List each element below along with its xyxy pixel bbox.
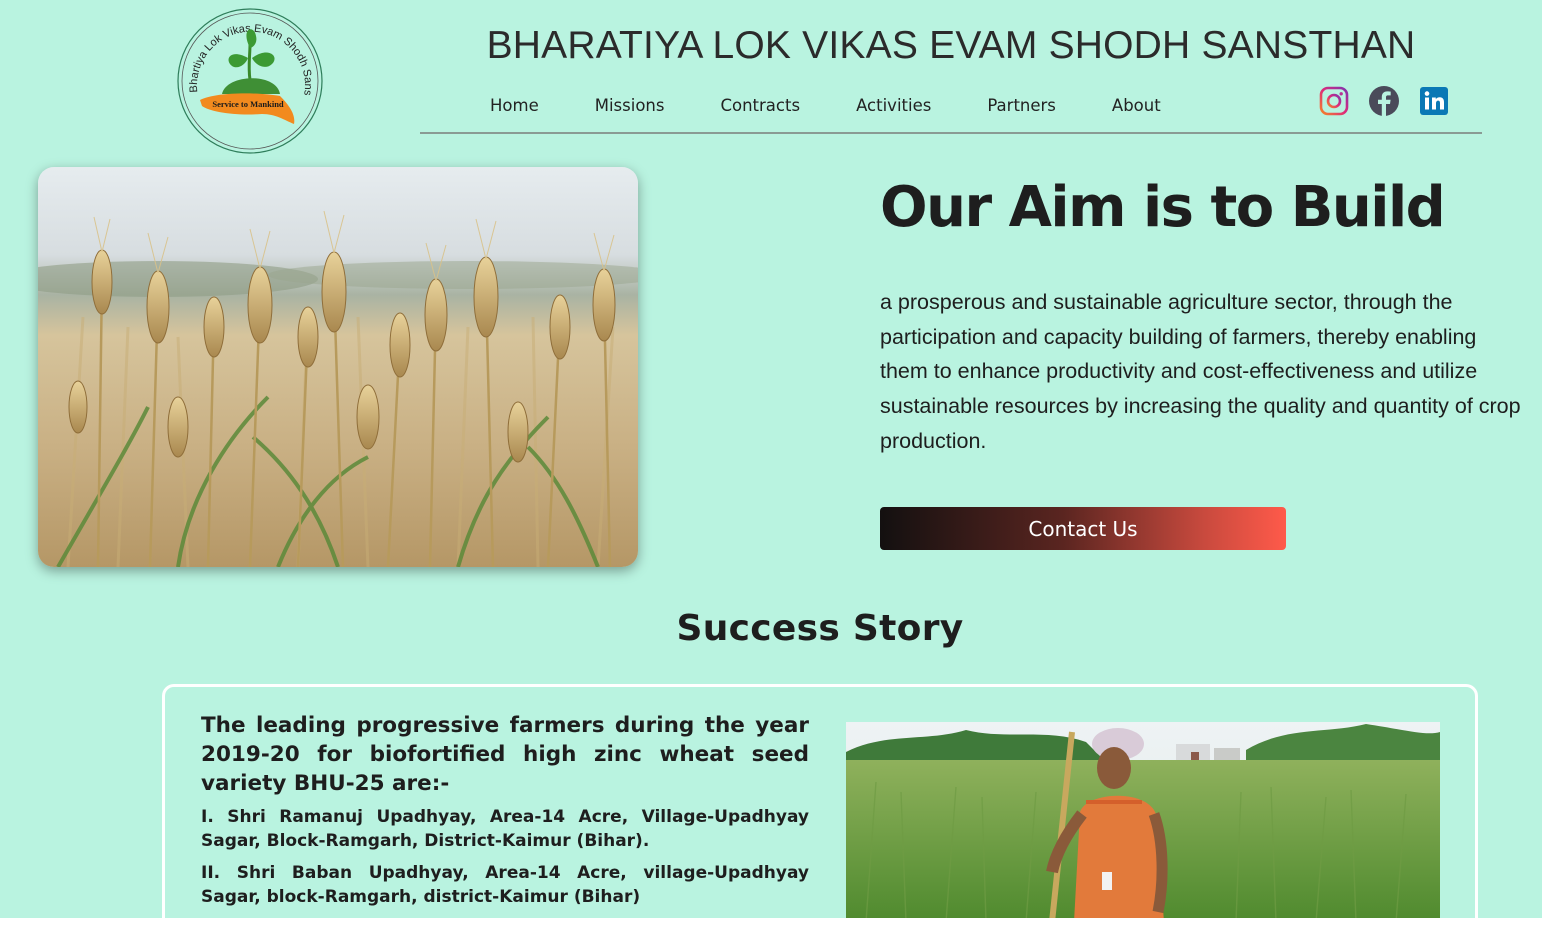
farmer-photo bbox=[846, 722, 1440, 922]
header-divider bbox=[420, 132, 1482, 134]
contact-us-button[interactable]: Contact Us bbox=[880, 507, 1286, 550]
nav-missions[interactable]: Missions bbox=[595, 96, 665, 115]
farmer-list-item: I. Shri Ramanuj Upadhyay, Area-14 Acre, … bbox=[201, 807, 809, 851]
wheat-field-image bbox=[38, 167, 638, 567]
logo-tagline: Service to Mankind bbox=[212, 99, 284, 109]
farmer-list-item: II. Shri Baban Upadhyay, Area-14 Acre, v… bbox=[201, 863, 809, 907]
site-title: BHARATIYA LOK VIKAS EVAM SHODH SANSTHAN bbox=[486, 24, 1416, 67]
main-nav: Home Missions Contracts Activities Partn… bbox=[462, 92, 1189, 118]
nav-activities[interactable]: Activities bbox=[856, 96, 931, 115]
aim-description: a prosperous and sustainable agriculture… bbox=[880, 290, 1521, 453]
aim-heading: Our Aim is to Build bbox=[880, 175, 1446, 240]
success-story-heading: Success Story bbox=[676, 608, 964, 649]
page: Bhartiya Lok Vikas Evam Shodh Sansthan S… bbox=[0, 0, 1542, 925]
nav-contracts[interactable]: Contracts bbox=[720, 96, 800, 115]
nav-about[interactable]: About bbox=[1112, 96, 1161, 115]
nav-home[interactable]: Home bbox=[490, 96, 539, 115]
linkedin-icon[interactable] bbox=[1418, 85, 1450, 117]
bottom-strip bbox=[0, 918, 1542, 925]
logo[interactable]: Bhartiya Lok Vikas Evam Shodh Sansthan S… bbox=[176, 8, 324, 154]
nav-partners[interactable]: Partners bbox=[987, 96, 1056, 115]
facebook-icon[interactable] bbox=[1368, 85, 1400, 117]
social-links bbox=[1318, 85, 1468, 117]
success-story-title: The leading progressive farmers during t… bbox=[201, 713, 809, 796]
logo-emblem: Bhartiya Lok Vikas Evam Shodh Sansthan S… bbox=[176, 8, 323, 154]
instagram-icon[interactable] bbox=[1318, 85, 1350, 117]
